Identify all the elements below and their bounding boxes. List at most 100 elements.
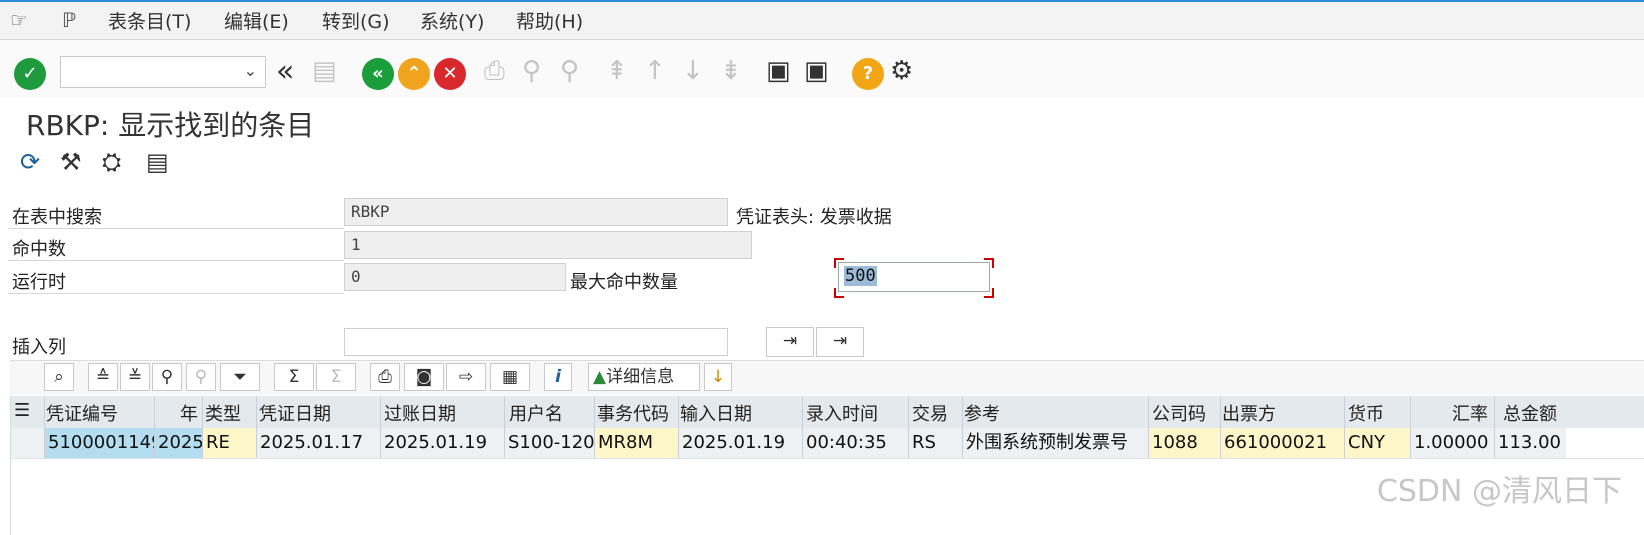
menu-pin-icon[interactable]: ℙ [62,8,76,32]
cell-company-code[interactable]: 1088 [1148,428,1220,458]
row-selector[interactable] [10,428,44,458]
cell-exchange-rate[interactable]: 1.00000 [1410,428,1494,458]
column-separator [380,396,381,458]
menu-help[interactable]: 帮助(H) [516,7,583,34]
col-header-invoicing-party[interactable]: 出票方 [1222,400,1276,426]
watermark: CSDN @清风日下 [1376,474,1622,509]
divider [8,260,344,261]
menu-table-entry[interactable]: 表条目(T) [108,7,191,34]
filter-button[interactable]: ⏷ [220,363,260,391]
save-icon[interactable]: ▤ [312,56,337,86]
sum-button[interactable]: Σ [274,363,314,391]
col-header-entry-time[interactable]: 录入时间 [806,400,878,426]
export-button[interactable]: ⇨ [446,363,486,391]
col-header-currency[interactable]: 货币 [1348,400,1384,426]
max-hits-input[interactable]: 500 [838,262,990,292]
views-icon: ◙ [415,367,433,387]
mountain-icon: ▲ [593,367,607,387]
help-icon[interactable]: ? [852,58,884,90]
cell-entry-time[interactable]: 00:40:35 [802,428,908,458]
select-all-icon[interactable]: ☰ [14,400,30,421]
magnifier-icon: ⌕ [54,367,64,387]
details-button[interactable]: ▲详细信息 [588,363,700,391]
cell-entry-date[interactable]: 2025.01.19 [678,428,802,458]
col-header-transaction-code[interactable]: 事务代码 [597,400,669,426]
menu-edit[interactable]: 编辑(E) [224,7,289,34]
print-icon[interactable]: ⎙ [484,56,505,87]
views-button[interactable]: ◙ [404,363,444,391]
insert-before-button[interactable]: ⇥ [766,327,814,357]
col-header-user-name[interactable]: 用户名 [509,400,563,426]
sum-icon: Σ [288,367,300,387]
cell-posting-date[interactable]: 2025.01.19 [380,428,504,458]
back-icon[interactable]: « [362,58,394,90]
col-header-document-number[interactable]: 凭证编号 [46,400,118,426]
sort-descending-icon: ≚ [127,367,143,387]
col-header-total-amount[interactable]: 总金额 [1503,400,1557,426]
col-header-exchange-rate[interactable]: 汇率 [1452,400,1488,426]
col-header-type[interactable]: 类型 [205,400,241,426]
cell-type[interactable]: RE [202,428,256,458]
plugin-icon[interactable]: ⛭ [102,148,121,176]
cell-user-name[interactable]: S100-120 [504,428,595,458]
last-page-icon[interactable]: ⇟ [720,56,742,86]
menu-goto[interactable]: 转到(G) [322,7,390,34]
find-icon[interactable]: ⚲ [522,56,541,86]
column-separator [202,396,203,458]
col-header-document-date[interactable]: 凭证日期 [259,400,331,426]
col-header-posting-date[interactable]: 过账日期 [384,400,456,426]
chevron-down-icon[interactable]: ⌄ [244,61,257,80]
cell-document-number[interactable]: 5100001149 [44,428,163,458]
cancel-icon[interactable]: ✕ [434,58,466,90]
search-table-label: 在表中搜索 [12,207,102,228]
menu-system[interactable]: 系统(Y) [420,7,484,34]
col-header-entry-date[interactable]: 输入日期 [680,400,752,426]
cell-reference[interactable]: 外围系统预制发票号 [962,428,1148,458]
column-separator [1148,396,1149,458]
exit-icon[interactable]: ⌃ [398,58,430,90]
col-header-transaction[interactable]: 交易 [912,400,948,426]
filter-icon: ⏷ [233,367,247,387]
col-header-company-code[interactable]: 公司码 [1152,400,1206,426]
cell-document-date[interactable]: 2025.01.17 [256,428,380,458]
info-button[interactable]: i [544,363,572,391]
cell-year[interactable]: 2025 [154,428,204,458]
focus-corner [834,288,844,298]
find-next-icon[interactable]: ⚲ [560,56,579,86]
settings-gear-icon[interactable]: ⚙ [890,56,913,86]
find-next-button[interactable]: ⚲ [186,363,216,391]
find-button[interactable]: ⚲ [152,363,182,391]
insert-after-button[interactable]: ⇥ [816,327,864,357]
collapse-icon[interactable]: « [276,54,294,89]
cell-total-amount[interactable]: 113.00 [1494,428,1566,458]
cell-currency[interactable]: CNY [1344,428,1410,458]
col-header-year[interactable]: 年 [180,400,198,426]
max-hits-value[interactable]: 500 [844,266,877,286]
previous-page-icon[interactable]: ↑ [644,56,666,86]
enter-check-icon[interactable]: ✓ [14,58,46,90]
sort-ascending-button[interactable]: ≙ [88,363,118,391]
cell-transaction-code[interactable]: MR8M [594,428,678,458]
info-icon: i [555,367,561,387]
subtotal-icon: Σ [330,367,342,387]
cell-invoicing-party[interactable]: 661000021 [1220,428,1344,458]
shortcut-icon[interactable]: ▣ [804,56,829,86]
print-preview-button[interactable]: ⎙ [370,363,400,391]
create-session-icon[interactable]: ▣ [766,56,791,86]
col-header-reference[interactable]: 参考 [964,400,1000,426]
sort-download-button[interactable]: ↓ [704,363,732,391]
sort-descending-button[interactable]: ≚ [120,363,150,391]
refresh-icon[interactable]: ⟳ [20,148,40,176]
tools-icon[interactable]: ⚒ [60,148,82,176]
subtotal-button[interactable]: Σ [316,363,356,391]
column-separator [154,396,155,458]
layout-button[interactable]: ▦ [490,363,530,391]
insert-column-input[interactable] [344,328,728,356]
first-page-icon[interactable]: ⇞ [606,56,628,86]
menu-icon[interactable]: ☞ [10,8,28,32]
next-page-icon[interactable]: ↓ [682,56,704,86]
details-view-button[interactable]: ⌕ [44,363,74,391]
cell-transaction[interactable]: RS [908,428,962,458]
command-field[interactable]: ⌄ [60,56,266,88]
document-icon[interactable]: ▤ [146,148,169,176]
